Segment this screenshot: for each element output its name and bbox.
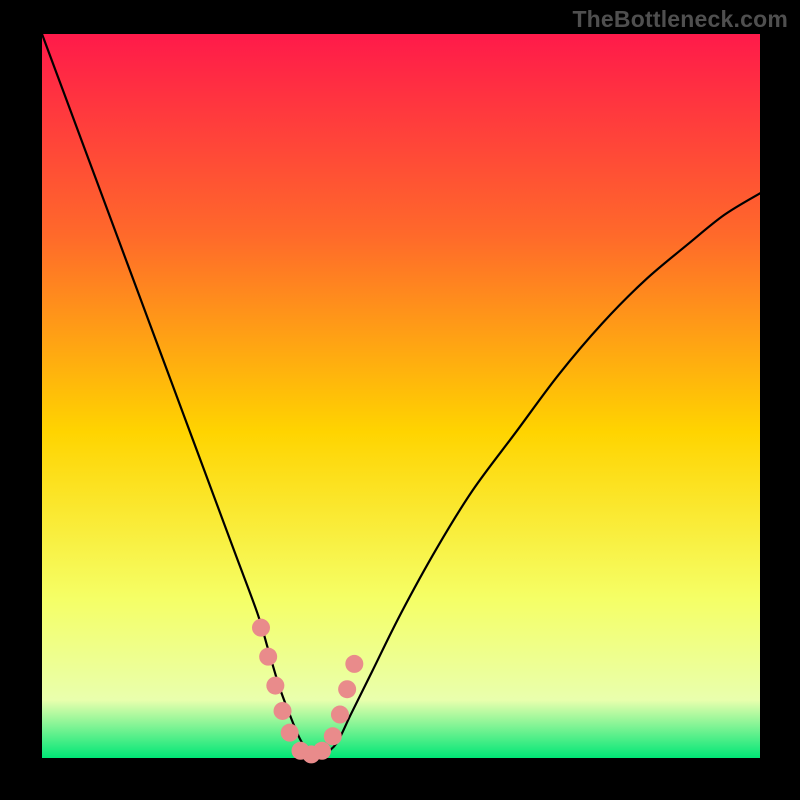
- marker-dot: [331, 706, 349, 724]
- marker-dot: [345, 655, 363, 673]
- chart-frame: TheBottleneck.com: [0, 0, 800, 800]
- marker-dot: [313, 742, 331, 760]
- bottleneck-chart: [0, 0, 800, 800]
- marker-dot: [338, 680, 356, 698]
- marker-dot: [281, 724, 299, 742]
- marker-dot: [259, 648, 277, 666]
- plot-area: [42, 34, 760, 758]
- marker-dot: [324, 727, 342, 745]
- marker-dot: [252, 619, 270, 637]
- marker-dot: [266, 677, 284, 695]
- marker-dot: [274, 702, 292, 720]
- watermark-text: TheBottleneck.com: [572, 6, 788, 33]
